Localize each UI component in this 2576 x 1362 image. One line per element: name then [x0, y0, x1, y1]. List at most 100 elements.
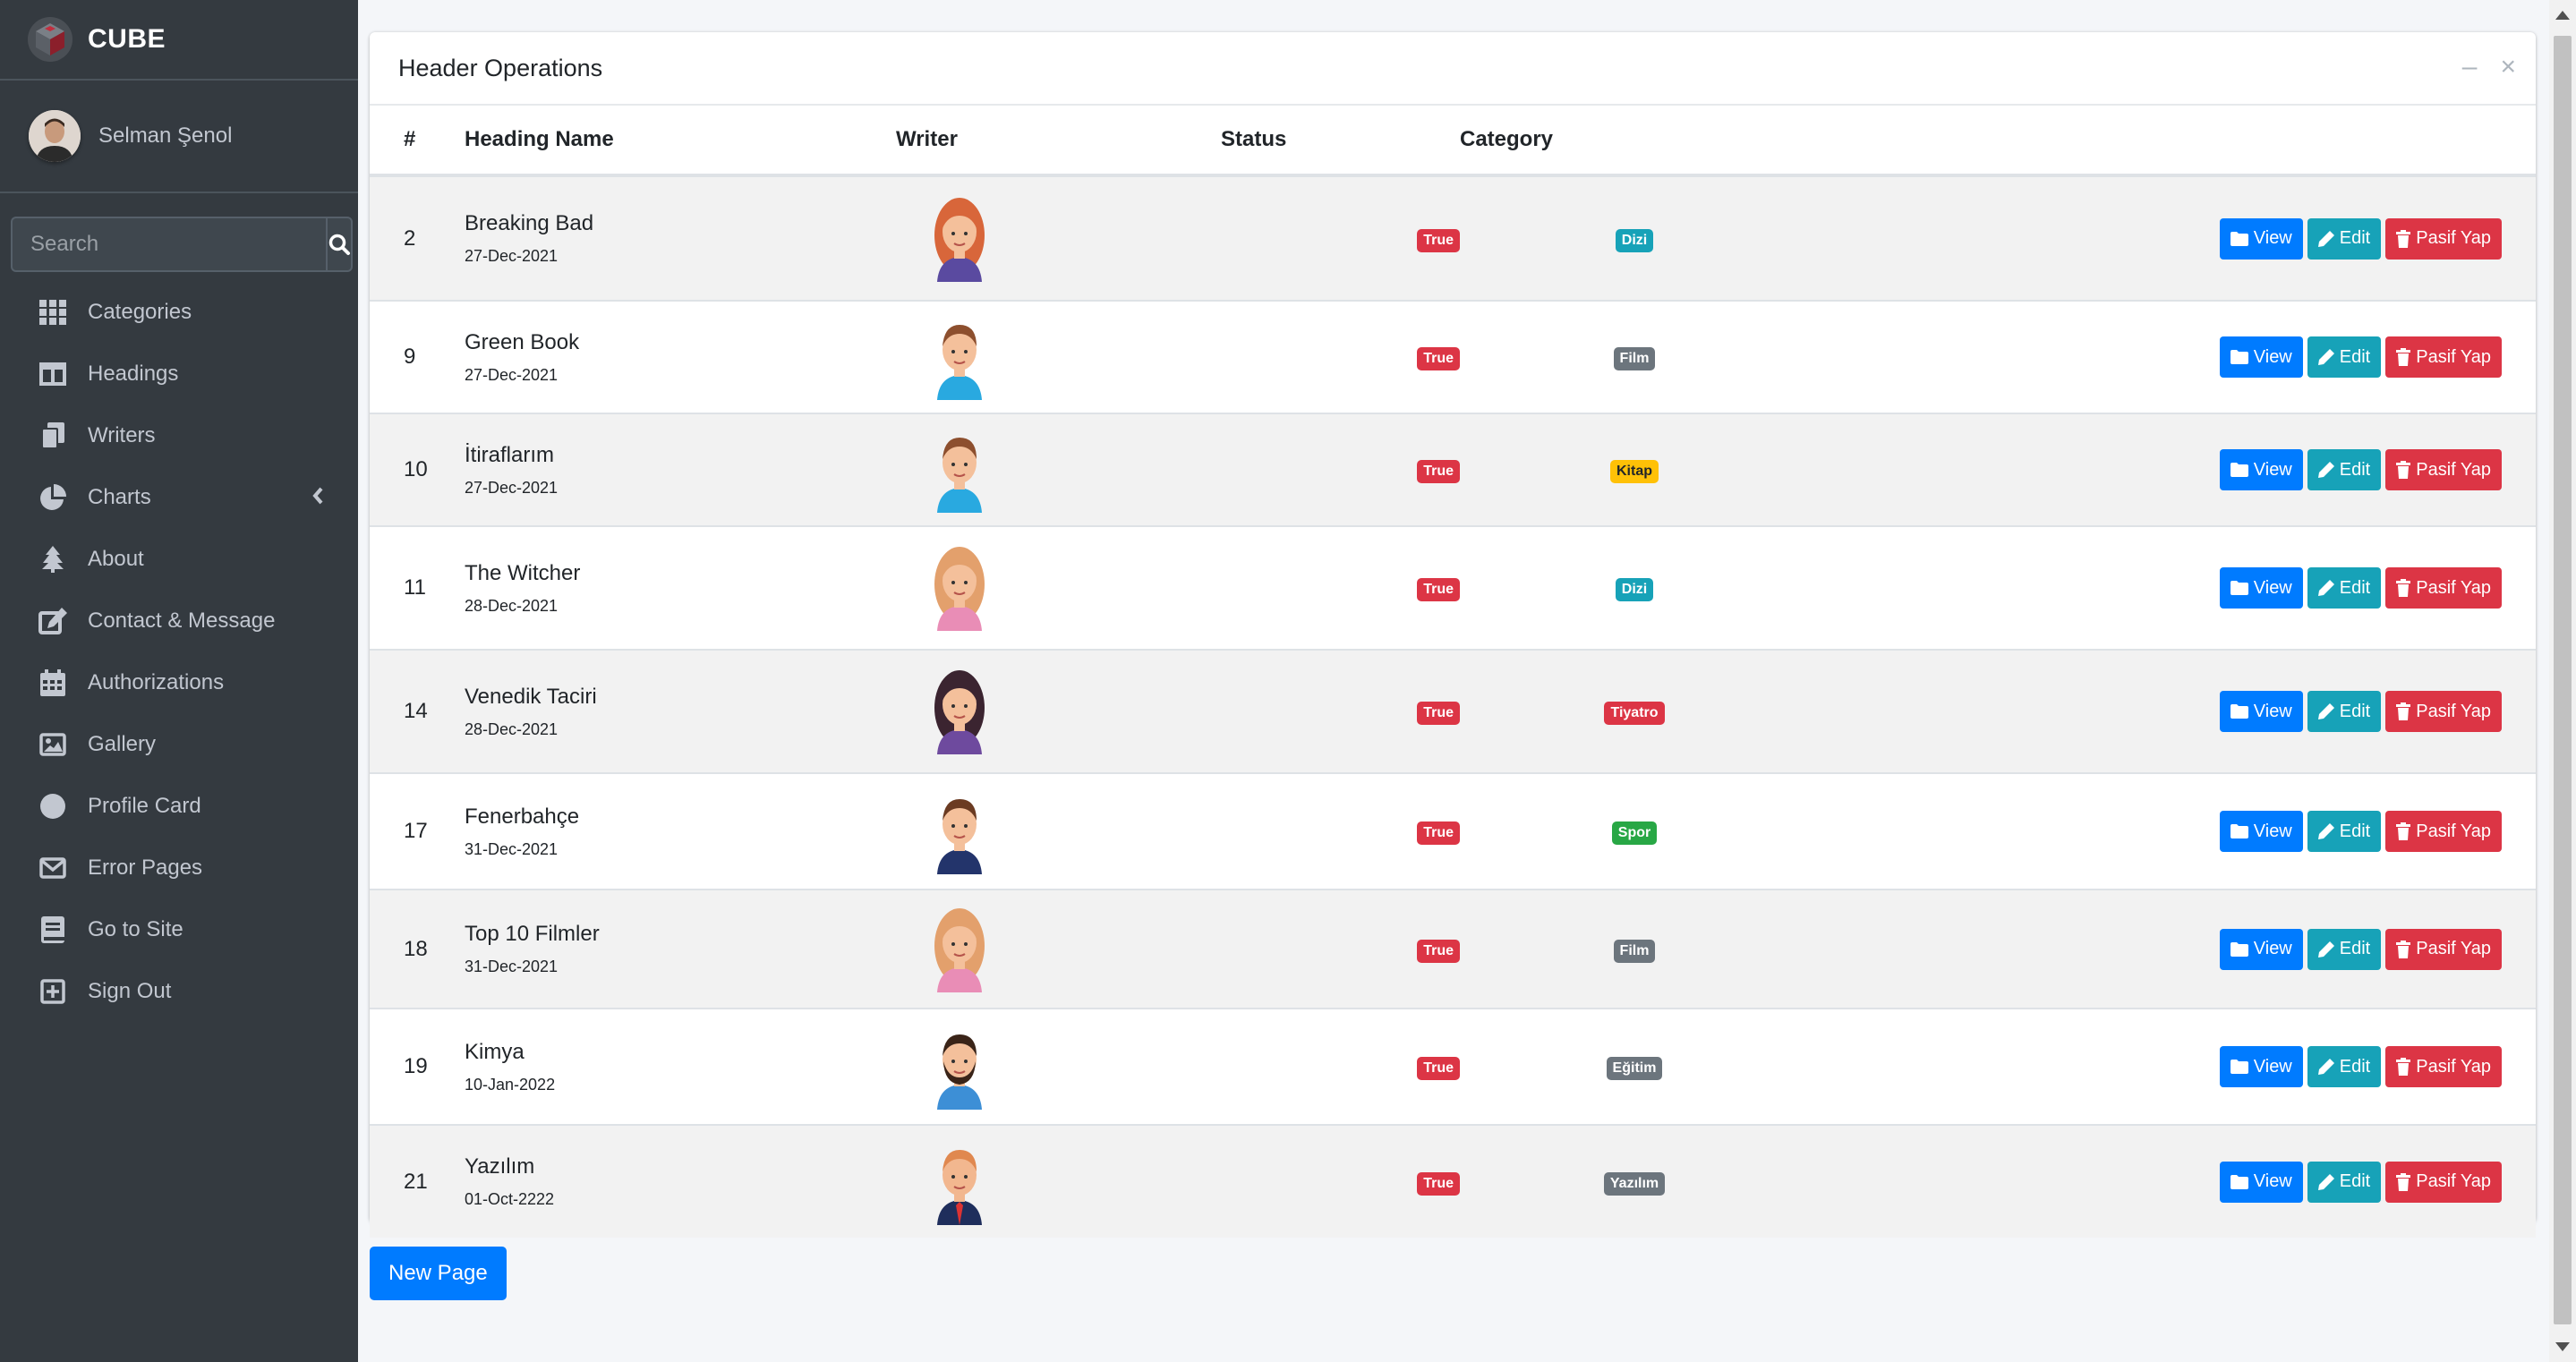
table-body: 2 Breaking Bad 27-Dec-2021 True Dizi Vie… [370, 175, 2536, 1238]
view-button[interactable]: View [2219, 449, 2303, 490]
user-name[interactable]: Selman Şenol [98, 123, 232, 149]
search-input[interactable] [11, 217, 326, 272]
heading-date: 28-Dec-2021 [465, 719, 559, 738]
category-cell: Dizi [1460, 175, 1809, 301]
view-button[interactable]: View [2219, 567, 2303, 609]
category-badge: Spor [1611, 821, 1658, 845]
sidebar-item-gallery[interactable]: Gallery [0, 713, 358, 775]
view-button-label: View [2253, 1056, 2292, 1077]
deactivate-button[interactable]: Pasif Yap [2385, 567, 2502, 609]
status-cell: True [1221, 175, 1460, 301]
deactivate-button[interactable]: Pasif Yap [2385, 811, 2502, 852]
pencil-icon [2317, 1059, 2334, 1075]
deactivate-button[interactable]: Pasif Yap [2385, 928, 2502, 970]
trash-icon [2396, 1172, 2411, 1191]
trash-icon [2396, 1058, 2411, 1076]
deactivate-button[interactable]: Pasif Yap [2385, 1046, 2502, 1087]
deactivate-button[interactable]: Pasif Yap [2385, 217, 2502, 260]
status-badge: True [1417, 347, 1460, 370]
pencil-icon [2317, 1173, 2334, 1190]
sidebar-item-label: Charts [88, 484, 151, 509]
actions-cell: View Edit Pasif Yap [1809, 649, 2536, 773]
sidebar-item-label: Writers [88, 422, 156, 447]
sidebar-item-about[interactable]: About [0, 528, 358, 590]
category-badge: Tiyatro [1604, 702, 1665, 725]
view-button[interactable]: View [2219, 336, 2303, 378]
scroll-up-arrow-icon[interactable] [2555, 11, 2570, 20]
heading-cell: The Witcher 28-Dec-2021 [465, 525, 896, 650]
collapse-icon[interactable]: – [2462, 54, 2478, 81]
scroll-down-arrow-icon[interactable] [2555, 1342, 2570, 1351]
close-icon[interactable]: × [2500, 54, 2516, 81]
new-page-button[interactable]: New Page [370, 1247, 507, 1300]
edit-button[interactable]: Edit [2307, 811, 2382, 852]
table-row: 17 Fenerbahçe 31-Dec-2021 True Spor View… [370, 772, 2536, 890]
view-button[interactable]: View [2219, 1161, 2303, 1203]
deactivate-button[interactable]: Pasif Yap [2385, 691, 2502, 732]
category-badge: Film [1613, 347, 1656, 370]
sidebar-item-headings[interactable]: Headings [0, 343, 358, 404]
view-button[interactable]: View [2219, 1046, 2303, 1087]
deactivate-button[interactable]: Pasif Yap [2385, 449, 2502, 490]
scrollbar[interactable] [2549, 0, 2576, 1362]
sidebar-item-label: Authorizations [88, 669, 225, 694]
edit-button[interactable]: Edit [2307, 691, 2382, 732]
category-badge: Kitap [1610, 460, 1659, 483]
pencil-icon [2317, 230, 2334, 247]
search-icon [328, 234, 350, 255]
writer-cell [896, 525, 1221, 650]
status-cell: True [1221, 300, 1460, 413]
cube-logo-icon [28, 17, 73, 62]
status-badge: True [1417, 1057, 1460, 1080]
search-button[interactable] [326, 217, 353, 272]
pencil-icon [2317, 823, 2334, 839]
sidebar-item-contact-message[interactable]: Contact & Message [0, 590, 358, 651]
scroll-thumb[interactable] [2554, 36, 2572, 1324]
deactivate-button-label: Pasif Yap [2416, 577, 2491, 598]
edit-button[interactable]: Edit [2307, 336, 2382, 378]
edit-button[interactable]: Edit [2307, 567, 2382, 609]
heading-name: Yazılım [465, 1154, 535, 1179]
edit-button-label: Edit [2339, 1171, 2371, 1191]
brand[interactable]: CUBE [0, 0, 358, 81]
status-badge: True [1417, 702, 1460, 725]
writer-avatar [932, 907, 987, 992]
sidebar-item-writers[interactable]: Writers [0, 404, 358, 466]
folder-icon [2230, 350, 2248, 364]
edit-button[interactable]: Edit [2307, 1161, 2382, 1203]
view-button[interactable]: View [2219, 928, 2303, 970]
sidebar-item-label: Profile Card [88, 793, 201, 818]
edit-button[interactable]: Edit [2307, 928, 2382, 970]
user-panel[interactable]: Selman Şenol [0, 81, 358, 193]
header-operations-card: Header Operations – × # Heading Name Wri… [370, 32, 2536, 1238]
sidebar-item-profile-card[interactable]: Profile Card [0, 775, 358, 837]
user-avatar[interactable] [29, 110, 81, 162]
sidebar-item-charts[interactable]: Charts [0, 466, 358, 528]
edit-button[interactable]: Edit [2307, 449, 2382, 490]
sidebar-item-error-pages[interactable]: Error Pages [0, 837, 358, 898]
writer-cell [896, 649, 1221, 773]
table-row: 11 The Witcher 28-Dec-2021 True Dizi Vie… [370, 525, 2536, 650]
image-icon [38, 729, 68, 760]
edit-button[interactable]: Edit [2307, 1046, 2382, 1087]
heading-cell: Kimya 10-Jan-2022 [465, 1008, 896, 1125]
heading-name: Venedik Taciri [465, 684, 597, 709]
deactivate-button[interactable]: Pasif Yap [2385, 1161, 2502, 1203]
trash-icon [2396, 822, 2411, 840]
sidebar-item-go-to-site[interactable]: Go to Site [0, 898, 358, 960]
table-row: 14 Venedik Taciri 28-Dec-2021 True Tiyat… [370, 649, 2536, 773]
row-id: 19 [370, 1008, 465, 1125]
sidebar-item-sign-out[interactable]: Sign Out [0, 960, 358, 1022]
edit-button[interactable]: Edit [2307, 217, 2382, 260]
view-button[interactable]: View [2219, 691, 2303, 732]
sidebar-item-authorizations[interactable]: Authorizations [0, 651, 358, 713]
card-title: Header Operations [398, 54, 603, 81]
view-button[interactable]: View [2219, 811, 2303, 852]
sidebar-item-categories[interactable]: Categories [0, 281, 358, 343]
view-button[interactable]: View [2219, 217, 2303, 260]
category-cell: Eğitim [1460, 1008, 1809, 1125]
deactivate-button[interactable]: Pasif Yap [2385, 336, 2502, 378]
deactivate-button-label: Pasif Yap [2416, 346, 2491, 367]
pencil-icon [2317, 462, 2334, 478]
heading-date: 10-Jan-2022 [465, 1075, 556, 1094]
